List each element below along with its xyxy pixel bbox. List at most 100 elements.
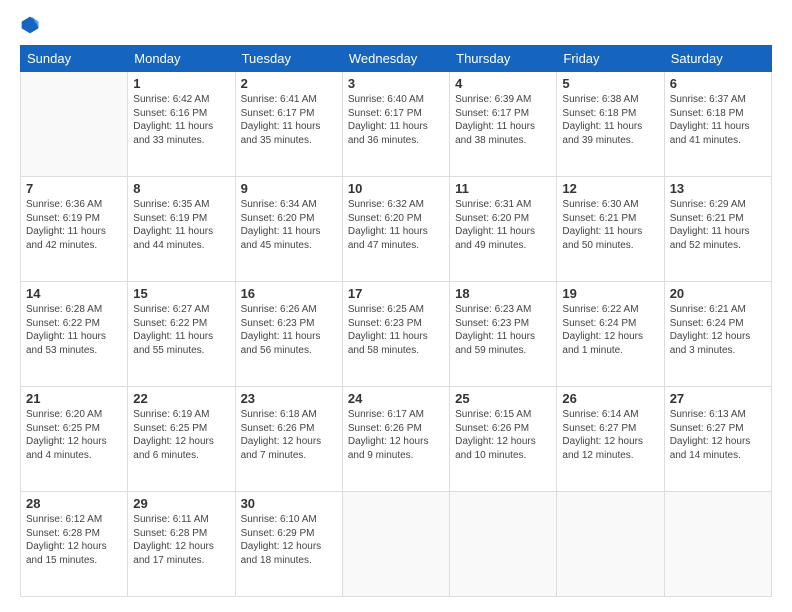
day-number: 24 bbox=[348, 391, 444, 406]
day-number: 8 bbox=[133, 181, 229, 196]
day-number: 3 bbox=[348, 76, 444, 91]
day-number: 7 bbox=[26, 181, 122, 196]
day-number: 10 bbox=[348, 181, 444, 196]
calendar-cell: 15 Sunrise: 6:27 AM Sunset: 6:22 PM Dayli… bbox=[128, 282, 235, 387]
weekday-header-row: SundayMondayTuesdayWednesdayThursdayFrid… bbox=[21, 46, 772, 72]
weekday-header-tuesday: Tuesday bbox=[235, 46, 342, 72]
week-row-4: 21Sunrise: 6:20 AM Sunset: 6:25 PM Dayli… bbox=[21, 387, 772, 492]
calendar-cell: 11Sunrise: 6:31 AM Sunset: 6:20 PM Dayli… bbox=[450, 177, 557, 282]
logo-icon bbox=[20, 15, 40, 35]
day-number: 14 bbox=[26, 286, 122, 301]
calendar-cell: 17 Sunrise: 6:25 AM Sunset: 6:23 PM Dayli… bbox=[342, 282, 449, 387]
day-number: 29 bbox=[133, 496, 229, 511]
calendar-cell: 8 Sunrise: 6:35 AM Sunset: 6:19 PM Daylig… bbox=[128, 177, 235, 282]
calendar-cell: 22Sunrise: 6:19 AM Sunset: 6:25 PM Dayli… bbox=[128, 387, 235, 492]
day-info: Sunrise: 6:40 AM Sunset: 6:17 PM Dayligh… bbox=[348, 93, 444, 147]
day-number: 6 bbox=[670, 76, 766, 91]
day-info: Sunrise: 6:41 AM Sunset: 6:17 PM Dayligh… bbox=[241, 93, 337, 147]
calendar-cell bbox=[342, 492, 449, 597]
day-info: Sunrise: 6:34 AM Sunset: 6:20 PM Dayligh… bbox=[241, 198, 337, 252]
day-info: Sunrise: 6:25 AM Sunset: 6:23 PM Dayligh… bbox=[348, 303, 444, 357]
day-info: Sunrise: 6:17 AM Sunset: 6:26 PM Dayligh… bbox=[348, 408, 444, 462]
week-row-2: 7Sunrise: 6:36 AM Sunset: 6:19 PM Daylig… bbox=[21, 177, 772, 282]
calendar-cell: 12 Sunrise: 6:30 AM Sunset: 6:21 PM Dayli… bbox=[557, 177, 664, 282]
day-number: 1 bbox=[133, 76, 229, 91]
calendar-cell: 23 Sunrise: 6:18 AM Sunset: 6:26 PM Dayli… bbox=[235, 387, 342, 492]
day-number: 15 bbox=[133, 286, 229, 301]
calendar-cell: 7Sunrise: 6:36 AM Sunset: 6:19 PM Daylig… bbox=[21, 177, 128, 282]
day-info: Sunrise: 6:26 AM Sunset: 6:23 PM Dayligh… bbox=[241, 303, 337, 357]
day-number: 18 bbox=[455, 286, 551, 301]
calendar-cell: 20Sunrise: 6:21 AM Sunset: 6:24 PM Dayli… bbox=[664, 282, 771, 387]
day-info: Sunrise: 6:38 AM Sunset: 6:18 PM Dayligh… bbox=[562, 93, 658, 147]
weekday-header-monday: Monday bbox=[128, 46, 235, 72]
calendar-cell: 18 Sunrise: 6:23 AM Sunset: 6:23 PM Dayli… bbox=[450, 282, 557, 387]
day-info: Sunrise: 6:27 AM Sunset: 6:22 PM Dayligh… bbox=[133, 303, 229, 357]
calendar-cell: 6 Sunrise: 6:37 AM Sunset: 6:18 PM Daylig… bbox=[664, 72, 771, 177]
day-info: Sunrise: 6:15 AM Sunset: 6:26 PM Dayligh… bbox=[455, 408, 551, 462]
day-info: Sunrise: 6:12 AM Sunset: 6:28 PM Dayligh… bbox=[26, 513, 122, 567]
calendar-cell: 27 Sunrise: 6:13 AM Sunset: 6:27 PM Dayli… bbox=[664, 387, 771, 492]
calendar-cell: 9 Sunrise: 6:34 AM Sunset: 6:20 PM Daylig… bbox=[235, 177, 342, 282]
calendar-cell: 3 Sunrise: 6:40 AM Sunset: 6:17 PM Daylig… bbox=[342, 72, 449, 177]
calendar-cell: 13 Sunrise: 6:29 AM Sunset: 6:21 PM Dayli… bbox=[664, 177, 771, 282]
week-row-3: 14 Sunrise: 6:28 AM Sunset: 6:22 PM Dayli… bbox=[21, 282, 772, 387]
day-info: Sunrise: 6:18 AM Sunset: 6:26 PM Dayligh… bbox=[241, 408, 337, 462]
calendar-cell: 4 Sunrise: 6:39 AM Sunset: 6:17 PM Daylig… bbox=[450, 72, 557, 177]
calendar-cell bbox=[557, 492, 664, 597]
day-info: Sunrise: 6:23 AM Sunset: 6:23 PM Dayligh… bbox=[455, 303, 551, 357]
day-info: Sunrise: 6:32 AM Sunset: 6:20 PM Dayligh… bbox=[348, 198, 444, 252]
day-number: 5 bbox=[562, 76, 658, 91]
calendar-cell: 26 Sunrise: 6:14 AM Sunset: 6:27 PM Dayli… bbox=[557, 387, 664, 492]
weekday-header-friday: Friday bbox=[557, 46, 664, 72]
calendar-table: SundayMondayTuesdayWednesdayThursdayFrid… bbox=[20, 45, 772, 597]
day-number: 2 bbox=[241, 76, 337, 91]
calendar-cell: 24 Sunrise: 6:17 AM Sunset: 6:26 PM Dayli… bbox=[342, 387, 449, 492]
calendar-cell: 16Sunrise: 6:26 AM Sunset: 6:23 PM Dayli… bbox=[235, 282, 342, 387]
page: SundayMondayTuesdayWednesdayThursdayFrid… bbox=[0, 0, 792, 612]
day-number: 12 bbox=[562, 181, 658, 196]
day-number: 13 bbox=[670, 181, 766, 196]
week-row-1: 1Sunrise: 6:42 AM Sunset: 6:16 PM Daylig… bbox=[21, 72, 772, 177]
day-number: 23 bbox=[241, 391, 337, 406]
day-info: Sunrise: 6:39 AM Sunset: 6:17 PM Dayligh… bbox=[455, 93, 551, 147]
calendar-cell: 10 Sunrise: 6:32 AM Sunset: 6:20 PM Dayli… bbox=[342, 177, 449, 282]
day-number: 28 bbox=[26, 496, 122, 511]
calendar-cell: 25 Sunrise: 6:15 AM Sunset: 6:26 PM Dayli… bbox=[450, 387, 557, 492]
day-number: 26 bbox=[562, 391, 658, 406]
calendar-cell: 1Sunrise: 6:42 AM Sunset: 6:16 PM Daylig… bbox=[128, 72, 235, 177]
day-number: 20 bbox=[670, 286, 766, 301]
day-info: Sunrise: 6:14 AM Sunset: 6:27 PM Dayligh… bbox=[562, 408, 658, 462]
calendar-cell bbox=[21, 72, 128, 177]
day-info: Sunrise: 6:35 AM Sunset: 6:19 PM Dayligh… bbox=[133, 198, 229, 252]
day-number: 19 bbox=[562, 286, 658, 301]
calendar-cell: 21Sunrise: 6:20 AM Sunset: 6:25 PM Dayli… bbox=[21, 387, 128, 492]
calendar-cell: 29 Sunrise: 6:11 AM Sunset: 6:28 PM Dayli… bbox=[128, 492, 235, 597]
day-info: Sunrise: 6:30 AM Sunset: 6:21 PM Dayligh… bbox=[562, 198, 658, 252]
calendar-cell bbox=[450, 492, 557, 597]
calendar-cell: 2 Sunrise: 6:41 AM Sunset: 6:17 PM Daylig… bbox=[235, 72, 342, 177]
day-number: 4 bbox=[455, 76, 551, 91]
day-info: Sunrise: 6:29 AM Sunset: 6:21 PM Dayligh… bbox=[670, 198, 766, 252]
calendar-cell: 5 Sunrise: 6:38 AM Sunset: 6:18 PM Daylig… bbox=[557, 72, 664, 177]
calendar-cell: 30Sunrise: 6:10 AM Sunset: 6:29 PM Dayli… bbox=[235, 492, 342, 597]
weekday-header-thursday: Thursday bbox=[450, 46, 557, 72]
day-number: 17 bbox=[348, 286, 444, 301]
header bbox=[20, 15, 772, 35]
weekday-header-saturday: Saturday bbox=[664, 46, 771, 72]
day-info: Sunrise: 6:13 AM Sunset: 6:27 PM Dayligh… bbox=[670, 408, 766, 462]
day-number: 30 bbox=[241, 496, 337, 511]
day-info: Sunrise: 6:28 AM Sunset: 6:22 PM Dayligh… bbox=[26, 303, 122, 357]
logo bbox=[20, 15, 44, 35]
calendar-cell bbox=[664, 492, 771, 597]
day-number: 25 bbox=[455, 391, 551, 406]
day-number: 21 bbox=[26, 391, 122, 406]
day-number: 9 bbox=[241, 181, 337, 196]
day-number: 27 bbox=[670, 391, 766, 406]
weekday-header-wednesday: Wednesday bbox=[342, 46, 449, 72]
day-info: Sunrise: 6:37 AM Sunset: 6:18 PM Dayligh… bbox=[670, 93, 766, 147]
day-info: Sunrise: 6:11 AM Sunset: 6:28 PM Dayligh… bbox=[133, 513, 229, 567]
weekday-header-sunday: Sunday bbox=[21, 46, 128, 72]
day-number: 22 bbox=[133, 391, 229, 406]
week-row-5: 28 Sunrise: 6:12 AM Sunset: 6:28 PM Dayli… bbox=[21, 492, 772, 597]
